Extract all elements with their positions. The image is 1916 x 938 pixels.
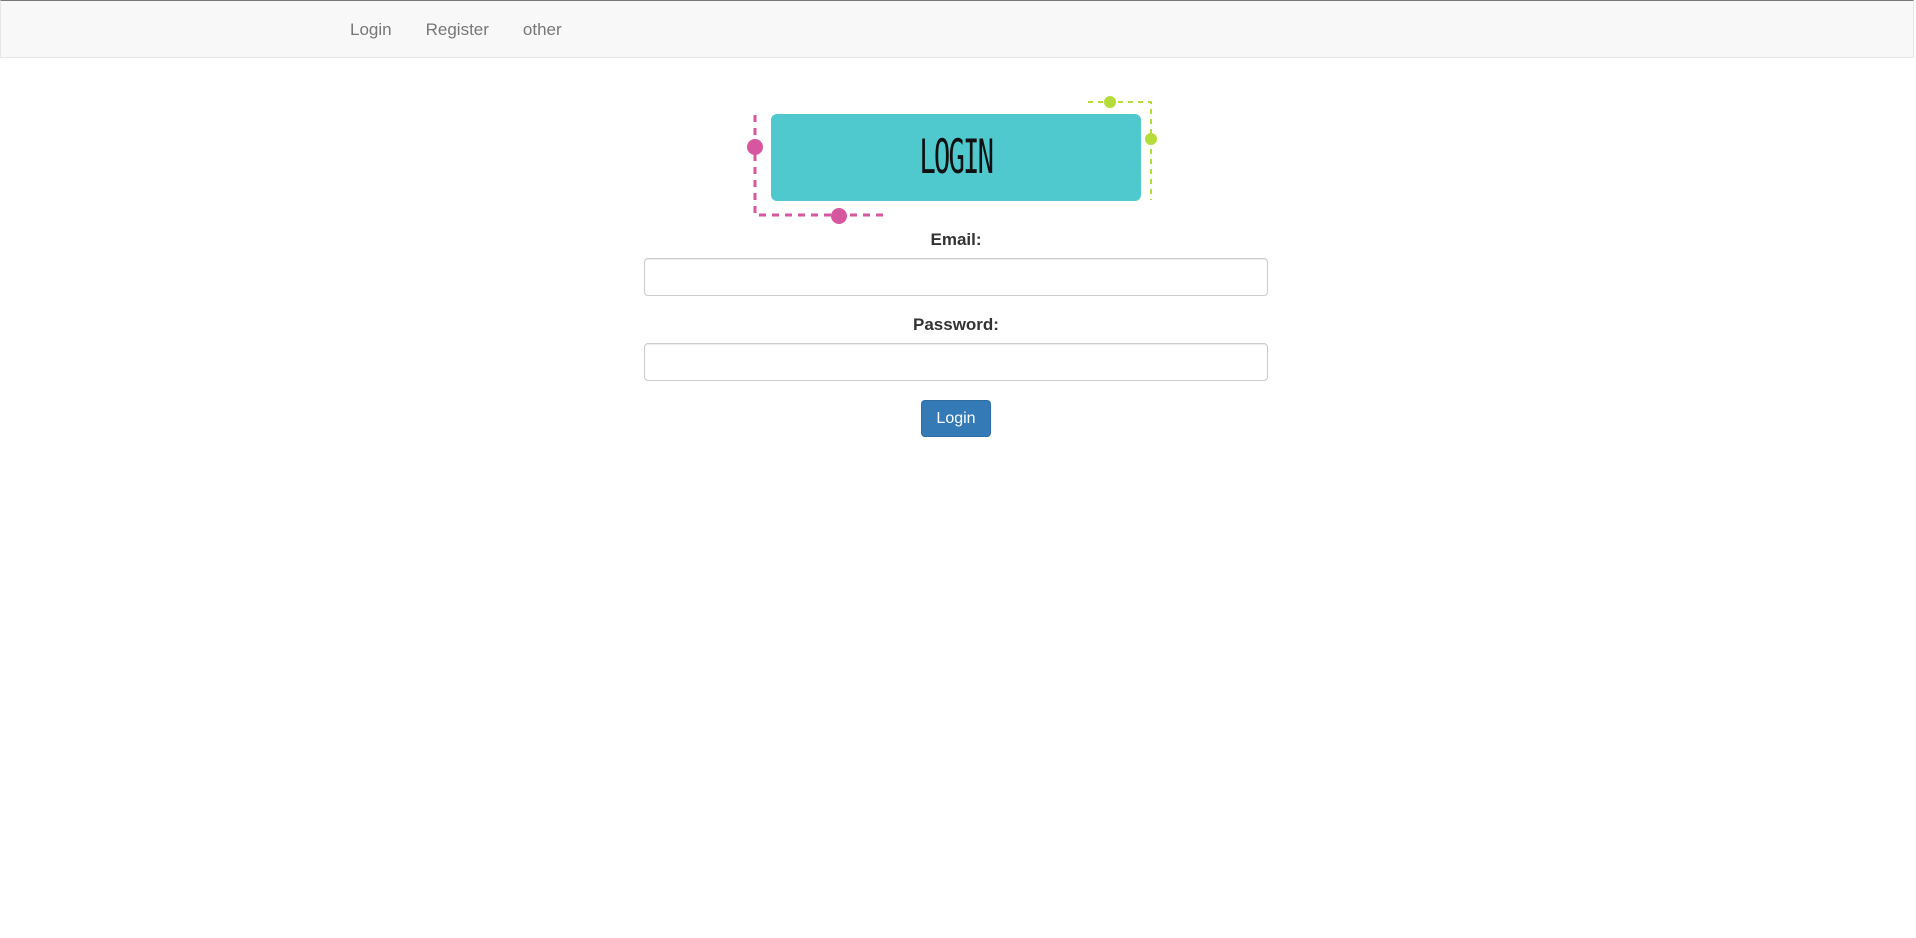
login-button[interactable]: Login <box>921 400 991 437</box>
pink-dot-bottom <box>831 208 847 224</box>
top-navbar: Login Register other <box>0 0 1914 58</box>
nav-link-register[interactable]: Register <box>409 1 506 59</box>
password-field[interactable] <box>644 343 1268 381</box>
pink-dot-left <box>747 139 763 155</box>
email-field[interactable] <box>644 258 1268 296</box>
submit-row: Login <box>644 400 1268 437</box>
green-dot-top <box>1104 96 1116 108</box>
password-group: Password: <box>644 315 1268 381</box>
banner-box: LOGIN <box>771 114 1141 201</box>
nav-menu: Login Register other <box>333 1 579 59</box>
banner-title: LOGIN <box>919 129 995 185</box>
nav-link-login[interactable]: Login <box>333 1 409 59</box>
nav-item-register: Register <box>409 1 506 59</box>
email-label: Email: <box>930 230 982 249</box>
password-label: Password: <box>913 315 999 334</box>
nav-link-other[interactable]: other <box>506 1 579 59</box>
login-banner: LOGIN <box>740 92 1160 230</box>
email-group: Email: <box>644 230 1268 296</box>
nav-item-login: Login <box>333 1 409 59</box>
login-form: Email: Password: Login <box>644 230 1268 437</box>
green-dot-right <box>1145 133 1157 145</box>
nav-item-other: other <box>506 1 579 59</box>
